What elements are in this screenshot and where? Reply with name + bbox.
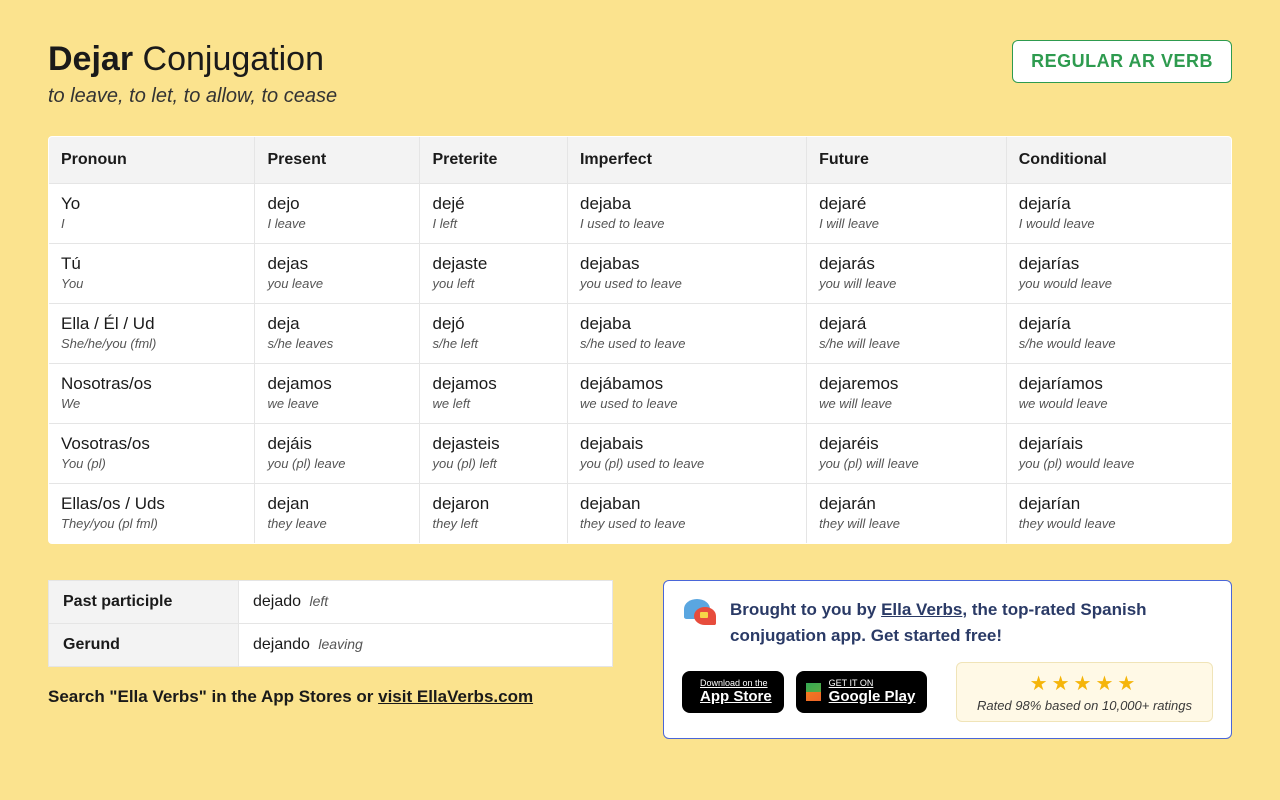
table-row: Nosotras/osWedejamoswe leavedejamoswe le…	[49, 364, 1232, 424]
conjugation-cell: dejasteisyou (pl) left	[420, 424, 568, 484]
verb-type-badge: REGULAR AR VERB	[1012, 40, 1232, 83]
conjugation-cell: dejáisyou (pl) leave	[255, 424, 420, 484]
conjugation-cell: dejaríaI would leave	[1006, 184, 1231, 244]
verb-definition: to leave, to let, to allow, to cease	[48, 85, 337, 108]
conjugation-cell: dejabasyou used to leave	[567, 244, 806, 304]
conjugation-cell: dejabaI used to leave	[567, 184, 806, 244]
promo-panel: Brought to you by Ella Verbs, the top-ra…	[663, 580, 1232, 739]
table-row: TúYoudejasyou leavedejasteyou leftdejaba…	[49, 244, 1232, 304]
promo-text: Brought to you by Ella Verbs, the top-ra…	[730, 597, 1213, 648]
table-row: YoIdejoI leavedejéI leftdejabaI used to …	[49, 184, 1232, 244]
conjugation-cell: dejaránthey will leave	[807, 484, 1007, 544]
col-header: Present	[255, 137, 420, 184]
verb-name: Dejar	[48, 40, 133, 78]
pronoun-cell: Vosotras/osYou (pl)	[49, 424, 255, 484]
past-participle-label: Past participle	[49, 581, 239, 624]
table-row: Ella / Él / UdShe/he/you (fml)dejas/he l…	[49, 304, 1232, 364]
pronoun-cell: TúYou	[49, 244, 255, 304]
past-participle-value: dejado left	[239, 581, 613, 624]
conjugation-cell: dejaríasyou would leave	[1006, 244, 1231, 304]
col-header: Imperfect	[567, 137, 806, 184]
conjugation-cell: dejabaisyou (pl) used to leave	[567, 424, 806, 484]
conjugation-cell: dejoI leave	[255, 184, 420, 244]
conjugation-cell: dejasyou leave	[255, 244, 420, 304]
visit-link[interactable]: visit EllaVerbs.com	[378, 687, 533, 706]
page-title: Dejar Conjugation	[48, 40, 337, 79]
conjugation-cell: dejaréI will leave	[807, 184, 1007, 244]
col-header: Conditional	[1006, 137, 1231, 184]
google-play-badge[interactable]: GET IT ON Google Play	[796, 671, 928, 713]
table-row: Ellas/os / UdsThey/you (pl fml)dejanthey…	[49, 484, 1232, 544]
conjugation-cell: dejaríamoswe would leave	[1006, 364, 1231, 424]
title-suffix: Conjugation	[143, 40, 324, 78]
table-row: Vosotras/osYou (pl)dejáisyou (pl) leaved…	[49, 424, 1232, 484]
pronoun-cell: Nosotras/osWe	[49, 364, 255, 424]
conjugation-table: PronounPresentPreteriteImperfectFutureCo…	[48, 136, 1232, 544]
conjugation-cell: dejasteyou left	[420, 244, 568, 304]
ella-verbs-link[interactable]: Ella Verbs	[881, 600, 962, 619]
conjugation-cell: dejamoswe left	[420, 364, 568, 424]
conjugation-cell: dejaríaisyou (pl) would leave	[1006, 424, 1231, 484]
pronoun-cell: Ellas/os / UdsThey/you (pl fml)	[49, 484, 255, 544]
conjugation-cell: dejaréisyou (pl) will leave	[807, 424, 1007, 484]
forms-table: Past participle dejado left Gerund dejan…	[48, 580, 613, 667]
gerund-value: dejando leaving	[239, 624, 613, 667]
rating-text: Rated 98% based on 10,000+ ratings	[977, 698, 1192, 713]
search-instruction: Search "Ella Verbs" in the App Stores or…	[48, 687, 613, 707]
conjugation-cell: dejós/he left	[420, 304, 568, 364]
col-header: Pronoun	[49, 137, 255, 184]
conjugation-cell: dejéI left	[420, 184, 568, 244]
rating-box: ★★★★★ Rated 98% based on 10,000+ ratings	[956, 662, 1213, 722]
gerund-label: Gerund	[49, 624, 239, 667]
conjugation-cell: dejaríanthey would leave	[1006, 484, 1231, 544]
google-play-icon	[806, 683, 821, 701]
conjugation-cell: dejamoswe leave	[255, 364, 420, 424]
conjugation-cell: dejabanthey used to leave	[567, 484, 806, 544]
conjugation-cell: dejanthey leave	[255, 484, 420, 544]
conjugation-cell: dejaronthey left	[420, 484, 568, 544]
conjugation-cell: dejarías/he would leave	[1006, 304, 1231, 364]
conjugation-cell: dejarásyou will leave	[807, 244, 1007, 304]
star-icons: ★★★★★	[977, 671, 1192, 696]
conjugation-cell: dejaremoswe will leave	[807, 364, 1007, 424]
app-store-badge[interactable]: Download on the App Store	[682, 671, 784, 713]
conjugation-cell: dejarás/he will leave	[807, 304, 1007, 364]
col-header: Future	[807, 137, 1007, 184]
app-logo-icon	[682, 597, 718, 633]
conjugation-cell: dejábamoswe used to leave	[567, 364, 806, 424]
pronoun-cell: YoI	[49, 184, 255, 244]
conjugation-cell: dejabas/he used to leave	[567, 304, 806, 364]
pronoun-cell: Ella / Él / UdShe/he/you (fml)	[49, 304, 255, 364]
col-header: Preterite	[420, 137, 568, 184]
conjugation-cell: dejas/he leaves	[255, 304, 420, 364]
